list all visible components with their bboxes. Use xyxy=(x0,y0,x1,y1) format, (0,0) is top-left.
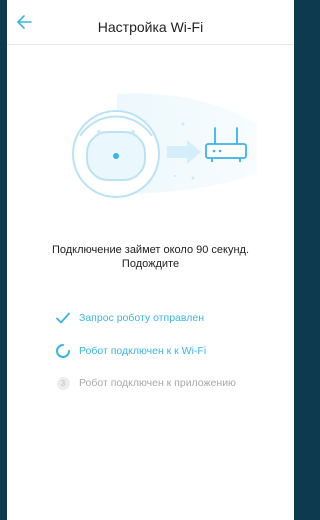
wait-message: Подключение займет около 90 секунд. Подо… xyxy=(51,244,250,270)
spinner-icon xyxy=(55,343,71,359)
page-title: Настройка Wi-Fi xyxy=(97,19,204,35)
header-bar: Настройка Wi-Fi xyxy=(7,0,294,45)
step-label: Робот подключен к приложению xyxy=(79,377,236,389)
step-label: Робот подключен к к Wi-Fi xyxy=(79,345,207,357)
step-robot-wifi: Робот подключен к к Wi-Fi xyxy=(55,343,206,359)
step-number-badge: 3 xyxy=(56,376,70,390)
step-label: Запрос роботу отправлен xyxy=(79,312,204,324)
robot-vacuum-icon xyxy=(72,110,160,198)
app-screen: Настройка Wi-Fi Подключение займет около… xyxy=(7,0,294,520)
robot-router-illustration xyxy=(72,93,257,198)
step-robot-app: 3 Робот подключен к приложению xyxy=(55,375,236,391)
step-request-sent: Запрос роботу отправлен xyxy=(55,310,204,326)
checkmark-icon xyxy=(55,310,71,326)
